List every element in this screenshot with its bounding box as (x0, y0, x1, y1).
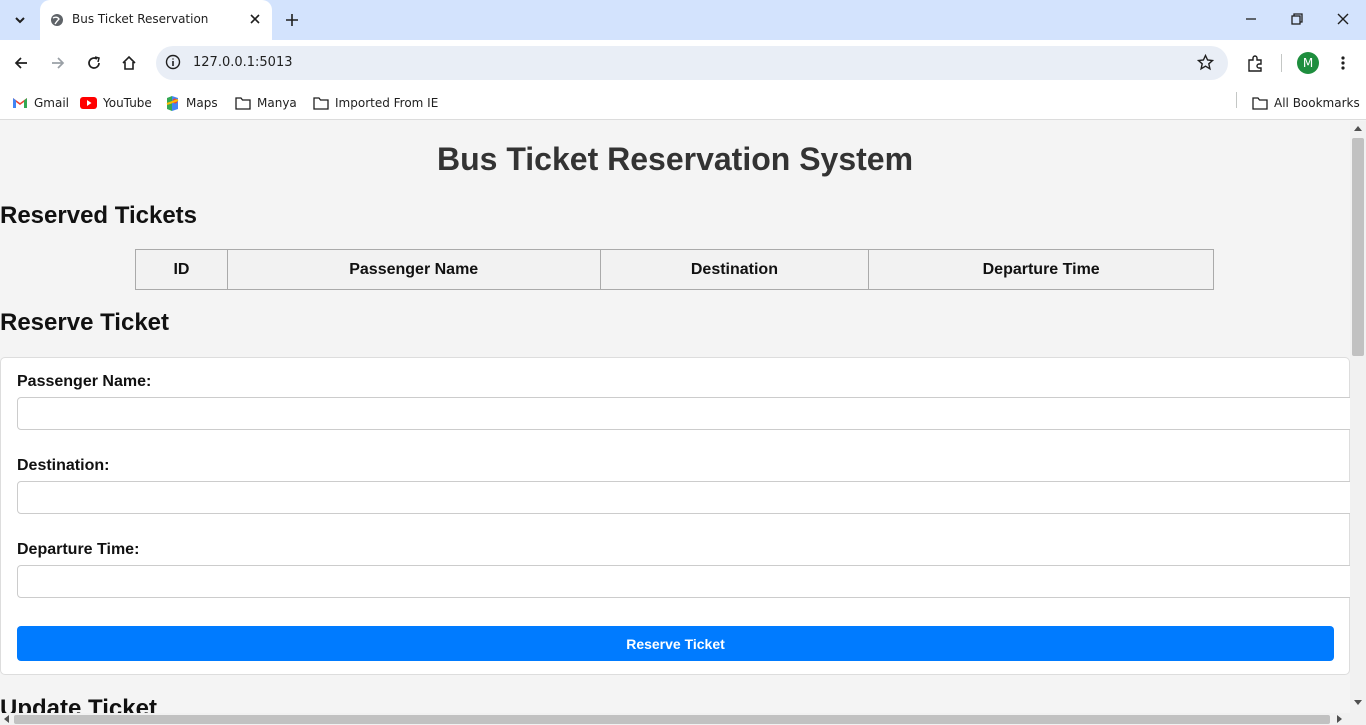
minimize-icon[interactable] (1244, 12, 1258, 26)
scroll-right-arrow-icon[interactable] (1337, 715, 1343, 723)
bookmark-youtube[interactable]: YouTube (80, 93, 152, 113)
reload-icon[interactable] (86, 55, 102, 71)
chevron-down-icon (15, 17, 25, 24)
folder-icon (1252, 96, 1268, 110)
update-ticket-heading: Update Ticket (0, 695, 157, 713)
tab-search-button[interactable] (6, 6, 34, 34)
departure-time-input[interactable] (17, 565, 1350, 598)
bookmark-label: YouTube (103, 96, 152, 110)
departure-time-label: Departure Time: (17, 541, 140, 558)
reserve-ticket-button[interactable]: Reserve Ticket (17, 626, 1334, 661)
horizontal-scroll-thumb[interactable] (14, 715, 1330, 724)
reserved-tickets-heading: Reserved Tickets (0, 202, 198, 229)
browser-toolbar: 127.0.0.1:5013 (0, 40, 1366, 86)
back-arrow-icon[interactable] (13, 55, 29, 71)
passenger-name-label: Passenger Name: (17, 373, 152, 390)
folder-icon (235, 96, 251, 110)
bookmark-label: Maps (186, 96, 218, 110)
close-window-icon[interactable] (1336, 12, 1350, 26)
all-bookmarks-label: All Bookmarks (1274, 96, 1360, 110)
column-header-id: ID (135, 249, 228, 290)
bookmarks-divider (1236, 92, 1237, 108)
gmail-icon (13, 98, 27, 108)
column-header-departure-time: Departure Time (868, 249, 1214, 290)
bookmark-label: Manya (257, 96, 297, 110)
passenger-name-input[interactable] (17, 397, 1350, 430)
new-tab-icon[interactable] (282, 10, 302, 30)
forward-arrow-icon[interactable] (50, 55, 66, 71)
browser-tab-active[interactable]: Bus Ticket Reservation (40, 0, 272, 40)
address-bar[interactable]: 127.0.0.1:5013 (156, 46, 1228, 80)
reserve-ticket-heading: Reserve Ticket (0, 309, 170, 336)
all-bookmarks-button[interactable]: All Bookmarks (1252, 93, 1360, 113)
maps-icon (166, 95, 179, 111)
scroll-left-arrow-icon[interactable] (3, 715, 9, 723)
reserve-ticket-form: Passenger Name: Destination: Departure T… (0, 357, 1350, 675)
kebab-menu-icon[interactable] (1336, 55, 1350, 71)
table-header-row: ID Passenger Name Destination Departure … (135, 249, 1214, 290)
folder-icon (313, 96, 329, 110)
bookmark-folder-imported[interactable]: Imported From IE (313, 93, 438, 113)
bookmark-maps[interactable]: Maps (165, 93, 218, 113)
page-title: Bus Ticket Reservation System (436, 141, 914, 177)
bookmark-label: Imported From IE (335, 96, 439, 110)
tab-title: Bus Ticket Reservation (72, 12, 209, 26)
bookmarks-bar: Gmail YouTube Maps Manya Imported From I… (0, 86, 1366, 120)
globe-icon (51, 14, 63, 26)
youtube-icon (80, 97, 97, 109)
toolbar-divider (1281, 54, 1282, 72)
site-info-icon[interactable] (165, 54, 181, 70)
extensions-icon[interactable] (1246, 55, 1264, 73)
reserved-tickets-table: ID Passenger Name Destination Departure … (135, 249, 1214, 290)
profile-avatar[interactable]: M (1297, 52, 1319, 74)
url-text[interactable]: 127.0.0.1:5013 (193, 55, 293, 70)
restore-icon[interactable] (1290, 12, 1304, 26)
bookmark-folder-manya[interactable]: Manya (235, 93, 297, 113)
column-header-passenger-name: Passenger Name (226, 249, 601, 290)
bookmark-star-icon[interactable] (1197, 54, 1214, 71)
destination-input[interactable] (17, 481, 1350, 514)
column-header-destination: Destination (599, 249, 870, 290)
close-icon[interactable] (248, 12, 262, 26)
scroll-up-arrow-icon[interactable] (1354, 125, 1362, 131)
tab-strip: Bus Ticket Reservation (0, 0, 1366, 40)
bookmark-label: Gmail (34, 96, 70, 110)
home-icon[interactable] (121, 55, 137, 71)
vertical-scroll-thumb[interactable] (1352, 138, 1364, 356)
bookmark-gmail[interactable]: Gmail (12, 93, 69, 113)
page-viewport: Bus Ticket Reservation System Reserved T… (0, 121, 1350, 713)
scroll-down-arrow-icon[interactable] (1354, 700, 1362, 706)
destination-label: Destination: (17, 457, 110, 474)
